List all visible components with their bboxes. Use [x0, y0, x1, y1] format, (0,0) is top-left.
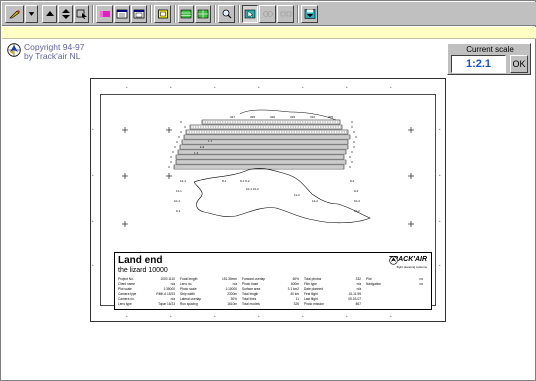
meta-grid: Project No. 1000 1110 Focal length 151.30m… [118, 277, 428, 307]
svg-text:9-1 9-2: 9-1 9-2 [240, 179, 250, 183]
svg-text:+: + [439, 263, 441, 267]
toolbar-separator [174, 5, 176, 23]
svg-text:+: + [439, 219, 441, 223]
dim-icon[interactable] [259, 5, 276, 23]
svg-text:10-1 10-2: 10-1 10-2 [246, 187, 259, 191]
grid-icon[interactable] [178, 5, 194, 23]
trackair-logo-icon [389, 256, 398, 265]
svg-text:+: + [170, 85, 172, 89]
triangle-up-icon[interactable] [42, 5, 57, 23]
svg-text:+: + [390, 85, 392, 89]
meta-cell [366, 302, 428, 307]
dim-icon[interactable] [277, 5, 294, 23]
title-block: Land end the lizard 10000 TRACK'AIR flig… [114, 252, 432, 310]
svg-text:315: 315 [290, 115, 295, 119]
svg-text:305: 305 [328, 115, 333, 119]
frame-icon[interactable] [154, 5, 171, 23]
meta-cell: Run spacing 1610m [180, 302, 237, 306]
floppy-icon[interactable] [301, 5, 318, 23]
scale-value-field[interactable]: 1:2.1 [451, 55, 506, 73]
svg-text:1.3: 1.3 [194, 151, 199, 155]
svg-text:+: + [302, 85, 304, 89]
svg-text:10-1: 10-1 [174, 199, 180, 203]
svg-text:11-1: 11-1 [176, 189, 182, 193]
svg-text:8-2: 8-2 [350, 179, 355, 183]
toolbar-separator [297, 5, 299, 23]
svg-text:+: + [214, 85, 216, 89]
meta-cell: Photo mission 867 [304, 302, 361, 306]
scale-ok-button[interactable]: OK [510, 55, 528, 73]
toolbar-separator [214, 5, 216, 23]
svg-text:12-2: 12-2 [312, 199, 318, 203]
scale-title: Current scale [466, 45, 514, 54]
project-title: Land end [118, 255, 163, 266]
select-arrow-icon[interactable] [74, 5, 89, 23]
svg-text:1.1: 1.1 [208, 139, 213, 143]
svg-text:+: + [346, 85, 348, 89]
logo-subtitle: flight planning systems [396, 265, 427, 269]
toolbar-separator [92, 5, 94, 23]
svg-text:+: + [126, 314, 128, 318]
svg-text:+: + [92, 173, 94, 177]
meta-cell: Lens type Topar 15/23 [118, 302, 175, 306]
pen-icon[interactable] [5, 5, 24, 23]
svg-text:+: + [92, 263, 94, 267]
window-icon[interactable] [131, 5, 147, 23]
copyright-line-2: by Track'air NL [24, 51, 81, 61]
svg-text:+: + [302, 314, 304, 318]
meta-cell: Total models 326 [242, 302, 299, 306]
svg-text:310: 310 [310, 115, 315, 119]
toolbar-separator [238, 5, 240, 23]
svg-text:9-2: 9-2 [354, 189, 359, 193]
svg-text:12-1: 12-1 [180, 179, 186, 183]
svg-text:8-1: 8-1 [222, 179, 227, 183]
status-bar [2, 27, 536, 39]
magnify-icon[interactable] [218, 5, 235, 23]
palette-icon[interactable] [96, 5, 113, 23]
svg-text:1.2: 1.2 [200, 145, 205, 149]
svg-text:+: + [126, 85, 128, 89]
svg-text:+: + [170, 314, 172, 318]
trackair-logo: TRACK'AIR [389, 256, 427, 265]
svg-text:11-2: 11-2 [354, 209, 360, 213]
svg-text:+: + [258, 314, 260, 318]
cursor-box-icon[interactable] [242, 5, 258, 23]
scale-panel: Current scale 1:2.1 OK [447, 43, 531, 75]
svg-text:+: + [92, 127, 94, 131]
svg-text:+: + [390, 314, 392, 318]
svg-text:+: + [214, 314, 216, 318]
window-icon[interactable] [114, 5, 130, 23]
svg-text:+: + [258, 85, 260, 89]
svg-text:9-1: 9-1 [176, 209, 181, 213]
svg-text:327: 327 [230, 115, 235, 119]
svg-text:+: + [346, 314, 348, 318]
svg-text:+: + [92, 219, 94, 223]
app-window: Copyright 94-97 by Track'air NL Current … [0, 0, 536, 381]
triangle-down-icon[interactable] [25, 5, 38, 23]
svg-text:320: 320 [270, 115, 275, 119]
svg-text:+: + [439, 173, 441, 177]
svg-text:+: + [439, 127, 441, 131]
svg-text:11-2: 11-2 [294, 193, 300, 197]
toolbar [2, 2, 536, 26]
svg-text:10-2: 10-2 [354, 199, 360, 203]
project-subtitle: the lizard 10000 [118, 267, 168, 274]
copyright-block: Copyright 94-97 by Track'air NL [7, 43, 84, 61]
map-sheet[interactable]: + + + + + + + + + + + + + + + + + + + + + + [90, 78, 446, 322]
svg-text:325: 325 [250, 115, 255, 119]
trackair-logo-icon [7, 43, 21, 57]
updown-arrow-icon[interactable] [58, 5, 73, 23]
grid-icon[interactable] [195, 5, 211, 23]
toolbar-separator [150, 5, 152, 23]
